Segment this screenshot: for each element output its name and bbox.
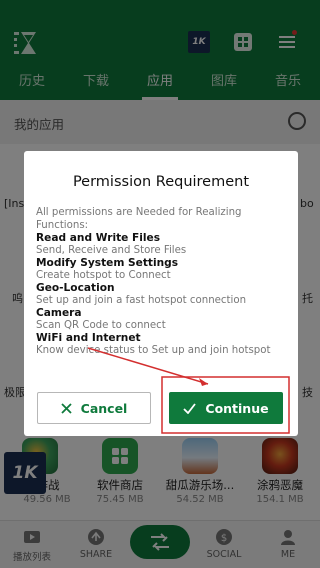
annotation-arrow-line	[87, 347, 209, 385]
annotation-arrow-highlight	[87, 347, 290, 434]
highlight-box	[161, 376, 290, 434]
